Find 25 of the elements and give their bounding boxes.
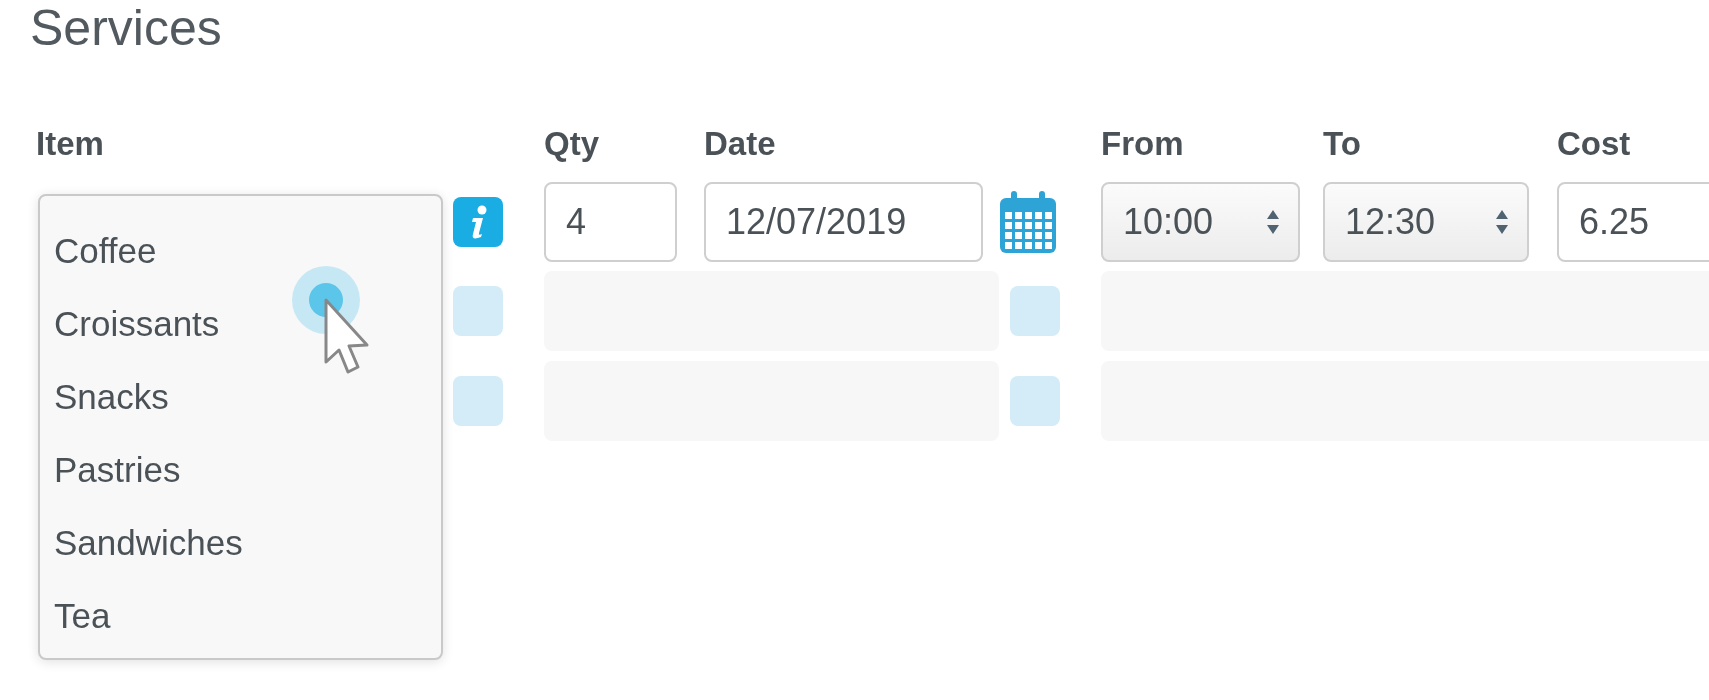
date-input[interactable]: 12/07/2019 [704, 181, 983, 262]
quantity-input[interactable]: 4 [544, 181, 677, 262]
cost-input[interactable]: 6.25 [1557, 181, 1709, 262]
calendar-icon[interactable] [999, 189, 1057, 254]
dropdown-option[interactable]: Sandwiches [54, 506, 243, 579]
info-icon[interactable] [453, 196, 503, 247]
dropdown-option[interactable]: Coffee [54, 214, 157, 287]
dropdown-option[interactable]: Pastries [54, 433, 181, 506]
dropdown-option[interactable]: Snacks [54, 360, 169, 433]
to-time-select[interactable]: 12:30 [1323, 181, 1529, 262]
from-time-select[interactable]: 10:00 [1101, 181, 1300, 262]
column-header: Item [35, 124, 105, 164]
placeholder-square [1010, 286, 1060, 336]
column-header: Cost [1557, 124, 1632, 164]
column-header: From [1101, 124, 1185, 164]
page-title: Services [30, 0, 223, 56]
column-header: Date [704, 124, 777, 164]
dropdown-option[interactable]: Tea [54, 579, 111, 652]
placeholder-square [453, 375, 503, 426]
item-dropdown[interactable]: Coffee Croissants Snacks Pastries Sandwiches Tea [38, 194, 443, 660]
dropdown-option[interactable]: Croissants [54, 287, 220, 360]
placeholder-square [1010, 375, 1060, 426]
column-header: Qty [544, 124, 600, 164]
column-header: To [1323, 124, 1362, 164]
placeholder-square [453, 286, 503, 336]
